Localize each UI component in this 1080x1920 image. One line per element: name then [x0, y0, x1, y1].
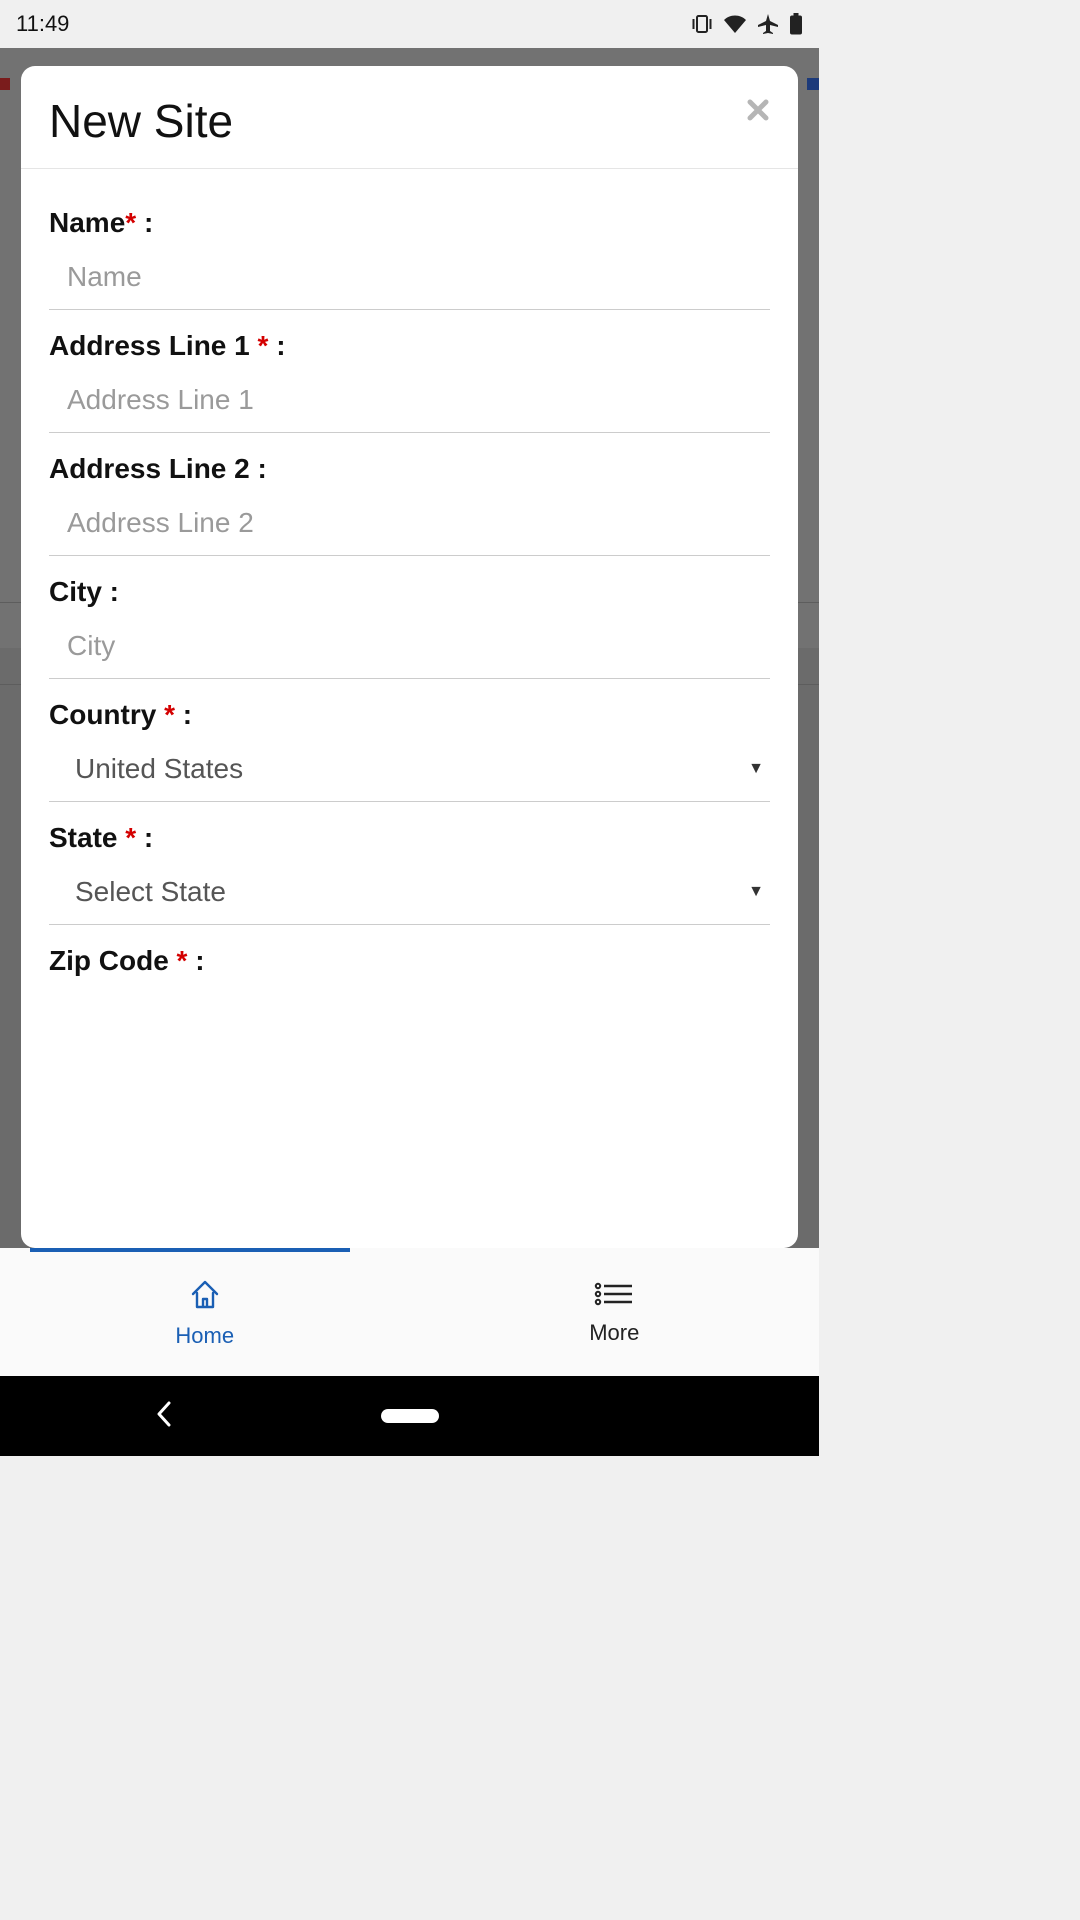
bottom-tab-bar: Home More [0, 1248, 819, 1376]
tab-home[interactable]: Home [0, 1248, 410, 1376]
select-value: United States [75, 753, 243, 785]
battery-icon [789, 13, 803, 35]
field-address-1: Address Line 1 * : [49, 330, 770, 433]
chevron-down-icon: ▼ [748, 760, 764, 778]
field-label: Country * : [49, 699, 770, 731]
new-site-modal: New Site Name* : Address Line 1 * : Addr… [21, 66, 798, 1248]
tab-label: More [589, 1320, 639, 1346]
select-value: Select State [75, 876, 226, 908]
field-zip: Zip Code * : [49, 945, 770, 977]
airplane-icon [757, 13, 779, 35]
address-line-2-input[interactable] [67, 507, 770, 539]
city-input[interactable] [67, 630, 770, 662]
tab-label: Home [175, 1323, 234, 1349]
wifi-icon [723, 14, 747, 34]
android-nav-bar [0, 1376, 819, 1456]
status-time: 11:49 [16, 11, 69, 37]
field-address-2: Address Line 2 : [49, 453, 770, 556]
field-label: City : [49, 576, 770, 608]
tab-more[interactable]: More [410, 1248, 820, 1376]
close-button[interactable] [746, 94, 770, 127]
status-bar: 11:49 [0, 0, 819, 48]
modal-title: New Site [49, 94, 233, 148]
field-state: State * : Select State ▼ [49, 822, 770, 925]
field-label: State * : [49, 822, 770, 854]
home-icon [187, 1276, 223, 1317]
chevron-down-icon: ▼ [748, 883, 764, 901]
modal-header: New Site [21, 66, 798, 169]
more-icon [592, 1279, 636, 1314]
field-label: Address Line 2 : [49, 453, 770, 485]
field-city: City : [49, 576, 770, 679]
name-input[interactable] [67, 261, 770, 293]
address-line-1-input[interactable] [67, 384, 770, 416]
field-name: Name* : [49, 207, 770, 310]
field-label: Zip Code * : [49, 945, 770, 977]
android-home-pill[interactable] [381, 1409, 439, 1423]
status-icons [691, 13, 803, 35]
vibrate-icon [691, 14, 713, 34]
background-accent [807, 78, 819, 90]
modal-body[interactable]: Name* : Address Line 1 * : Address Line … [21, 169, 798, 1248]
close-icon [746, 98, 770, 122]
field-label: Address Line 1 * : [49, 330, 770, 362]
background-accent [0, 78, 10, 90]
state-select[interactable]: Select State ▼ [49, 876, 770, 925]
country-select[interactable]: United States ▼ [49, 753, 770, 802]
field-country: Country * : United States ▼ [49, 699, 770, 802]
field-label: Name* : [49, 207, 770, 239]
android-back-button[interactable] [155, 1401, 173, 1432]
